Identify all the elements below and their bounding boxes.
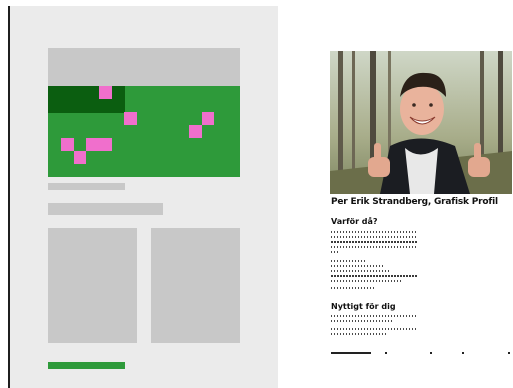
footer-dot: [385, 352, 387, 354]
mockup-pink-square: [99, 86, 112, 99]
mockup-left-column-placeholder: [48, 228, 137, 343]
text-line: [331, 320, 393, 322]
mockup-subheading-placeholder: [48, 203, 163, 215]
mockup-header-placeholder: [48, 48, 240, 86]
text-line: [331, 241, 417, 243]
page-title: Per Erik Strandberg, Grafisk Profil: [331, 197, 498, 207]
footer-dot: [462, 352, 464, 354]
text-line: [331, 270, 389, 272]
text-line: [331, 275, 417, 277]
profile-photo: [330, 51, 512, 194]
mockup-pink-square: [61, 138, 74, 151]
text-line: [331, 236, 417, 238]
mockup-pink-square: [74, 151, 86, 164]
text-line: [331, 280, 403, 282]
text-line: [331, 287, 375, 289]
text-line: [331, 260, 367, 262]
section-heading-useful: Nyttigt för dig: [331, 302, 396, 311]
mockup-right-column-placeholder: [151, 228, 240, 343]
text-line: [331, 251, 339, 253]
text-line: [331, 328, 417, 330]
text-line: [331, 265, 383, 267]
profile-photo-illustration: [330, 51, 512, 194]
section-heading-why: Varför då?: [331, 217, 378, 226]
text-line: [331, 315, 417, 317]
mockup-pink-square: [86, 138, 112, 151]
footer-dot: [508, 352, 510, 354]
footer-text-line: [331, 352, 371, 354]
mockup-dark-green-patch: [48, 86, 125, 113]
footer-dot: [430, 352, 432, 354]
mockup-pink-square: [202, 112, 214, 125]
mockup-pink-square: [124, 112, 137, 125]
mockup-caption-placeholder: [48, 183, 125, 190]
text-line: [331, 231, 417, 233]
mockup-pink-square: [189, 125, 202, 138]
text-line: [331, 246, 417, 248]
text-line: [331, 333, 387, 335]
mockup-footer-accent: [48, 362, 125, 369]
